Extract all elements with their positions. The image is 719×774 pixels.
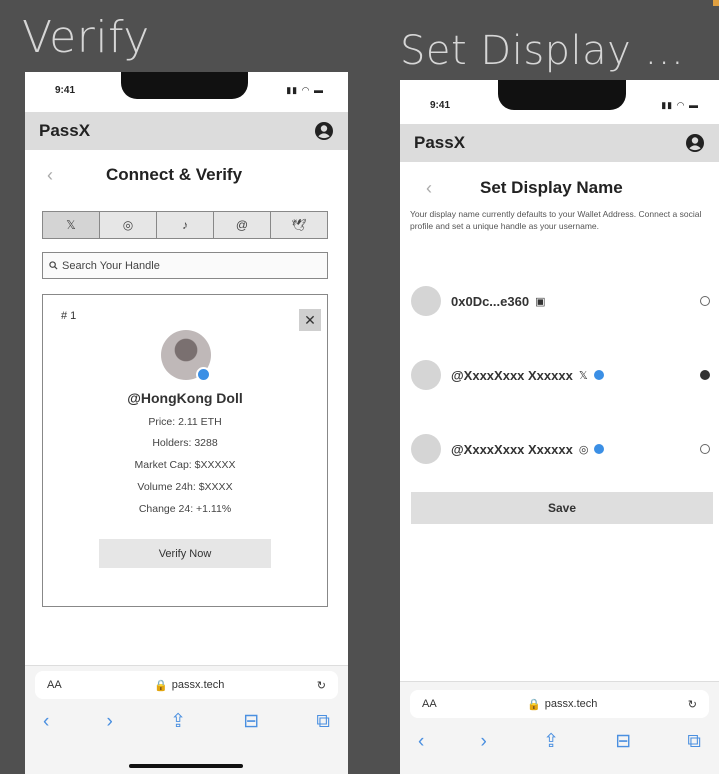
- description-text: Your display name currently defaults to …: [410, 209, 702, 231]
- page-header: ‹ Connect & Verify: [25, 162, 348, 188]
- option-instagram-handle[interactable]: @XxxxXxxx Xxxxxx ◎: [411, 432, 719, 466]
- option-wallet[interactable]: 0x0Dc...e360 ▣: [411, 284, 719, 318]
- close-button[interactable]: ✕: [299, 309, 321, 331]
- status-icons: ▮▮ ◠ ▬: [661, 100, 699, 110]
- save-button[interactable]: Save: [411, 492, 713, 524]
- x-icon: 𝕏: [578, 369, 588, 382]
- card-holders: Holders: 3288: [152, 437, 218, 449]
- verify-now-button[interactable]: Verify Now: [99, 539, 271, 568]
- verified-badge-icon: [196, 367, 211, 382]
- search-placeholder: Search Your Handle: [62, 259, 160, 272]
- search-icon: [49, 261, 58, 270]
- card-volume: Volume 24h: $XXXX: [137, 481, 233, 493]
- phone-verify-screen: 9:41 ▮▮ ◠ ▬ PassX ‹ Connect & Verify 𝕏 ◎…: [25, 72, 348, 774]
- tiktok-icon: ♪: [182, 218, 188, 232]
- text-size-button[interactable]: AA: [47, 679, 62, 691]
- avatar: [411, 434, 441, 464]
- close-icon: ✕: [304, 311, 316, 328]
- option-x-handle[interactable]: @XxxxXxxx Xxxxxx 𝕏: [411, 358, 719, 392]
- page-title: Set Display Name: [480, 178, 623, 197]
- frame-title-verify: Verify: [22, 12, 150, 63]
- lock-icon: 🔒: [527, 698, 541, 711]
- bookmarks-icon[interactable]: ⊟: [243, 710, 259, 733]
- page-title: Connect & Verify: [106, 165, 243, 184]
- tab-instagram[interactable]: ◎: [100, 212, 157, 238]
- share-icon[interactable]: ⇪: [170, 710, 186, 733]
- option-label: 0x0Dc...e360: [451, 293, 530, 309]
- avatar: [411, 286, 441, 316]
- radio-button[interactable]: [700, 444, 710, 454]
- phone-notch: [121, 72, 248, 99]
- tab-tiktok[interactable]: ♪: [157, 212, 214, 238]
- app-name: PassX: [414, 133, 466, 152]
- share-icon[interactable]: ⇪: [543, 730, 559, 753]
- profile-icon[interactable]: [314, 121, 334, 141]
- url-bar[interactable]: AA 🔒 passx.tech ↻: [410, 690, 709, 718]
- instagram-icon: ◎: [122, 218, 134, 232]
- handle-card: # 1 ✕ @HongKong Doll Price: 2.11 ETH Hol…: [42, 294, 328, 607]
- back-arrow-icon[interactable]: ‹: [418, 731, 424, 753]
- status-time: 9:41: [430, 100, 451, 111]
- phone-notch: [498, 80, 626, 110]
- url-text: passx.tech: [171, 679, 225, 691]
- page-header: ‹ Set Display Name: [400, 176, 719, 200]
- url-text: passx.tech: [544, 698, 598, 710]
- verified-badge-icon: [594, 444, 605, 454]
- frame-title-set-display: Set Display ...: [400, 28, 685, 74]
- browser-nav: ‹ › ⇪ ⊟ ⧉: [43, 710, 330, 733]
- app-bar: PassX: [400, 124, 719, 162]
- reload-icon[interactable]: ↻: [688, 698, 697, 711]
- card-market-cap: Market Cap: $XXXXX: [134, 459, 236, 471]
- url-bar[interactable]: AA 🔒 passx.tech ↻: [35, 671, 338, 699]
- corner-accent: [713, 0, 719, 6]
- forward-arrow-icon[interactable]: ›: [107, 711, 113, 733]
- bookmarks-icon[interactable]: ⊟: [615, 730, 631, 753]
- tab-threads[interactable]: @: [214, 212, 271, 238]
- tab-bird[interactable]: 🕊: [271, 212, 327, 238]
- profile-icon[interactable]: [685, 133, 705, 153]
- back-arrow-icon[interactable]: ‹: [43, 711, 49, 733]
- option-label: @XxxxXxxx Xxxxxx: [451, 441, 573, 457]
- radio-button[interactable]: [700, 296, 710, 306]
- app-bar: PassX: [25, 112, 348, 150]
- card-price: Price: 2.11 ETH: [148, 416, 222, 428]
- option-label: @XxxxXxxx Xxxxxx: [451, 367, 573, 383]
- browser-toolbar: AA 🔒 passx.tech ↻ ‹ › ⇪ ⊟ ⧉: [400, 681, 719, 774]
- lock-icon: 🔒: [154, 679, 168, 692]
- browser-toolbar: AA 🔒 passx.tech ↻ ‹ › ⇪ ⊟ ⧉: [25, 665, 348, 774]
- reload-icon[interactable]: ↻: [317, 679, 326, 692]
- tabs-icon[interactable]: ⧉: [687, 731, 701, 753]
- wallet-icon: ▣: [535, 295, 546, 308]
- text-size-button[interactable]: AA: [422, 698, 437, 710]
- instagram-icon: ◎: [578, 443, 589, 456]
- card-handle: @HongKong Doll: [127, 390, 243, 406]
- app-name: PassX: [39, 121, 91, 140]
- status-icons: ▮▮ ◠ ▬: [286, 85, 324, 95]
- status-time: 9:41: [55, 85, 76, 96]
- radio-button-selected[interactable]: [700, 370, 710, 380]
- browser-nav: ‹ › ⇪ ⊟ ⧉: [418, 730, 701, 753]
- back-button[interactable]: ‹: [426, 178, 432, 199]
- tabs-icon[interactable]: ⧉: [316, 711, 330, 733]
- threads-icon: @: [235, 218, 249, 232]
- card-change: Change 24: +1.11%: [138, 503, 232, 515]
- card-rank: # 1: [61, 310, 77, 322]
- avatar: [411, 360, 441, 390]
- x-icon: 𝕏: [66, 218, 76, 232]
- home-indicator: [129, 764, 243, 768]
- tab-x[interactable]: 𝕏: [43, 212, 100, 238]
- phone-set-display-screen: 9:41 ▮▮ ◠ ▬ PassX ‹ Set Display Name You…: [400, 80, 719, 774]
- forward-arrow-icon[interactable]: ›: [481, 731, 487, 753]
- verified-badge-icon: [593, 370, 604, 380]
- search-input[interactable]: Search Your Handle: [42, 252, 328, 279]
- bird-icon: 🕊: [291, 218, 307, 232]
- back-button[interactable]: ‹: [47, 165, 53, 186]
- social-tabs: 𝕏 ◎ ♪ @ 🕊: [42, 211, 328, 239]
